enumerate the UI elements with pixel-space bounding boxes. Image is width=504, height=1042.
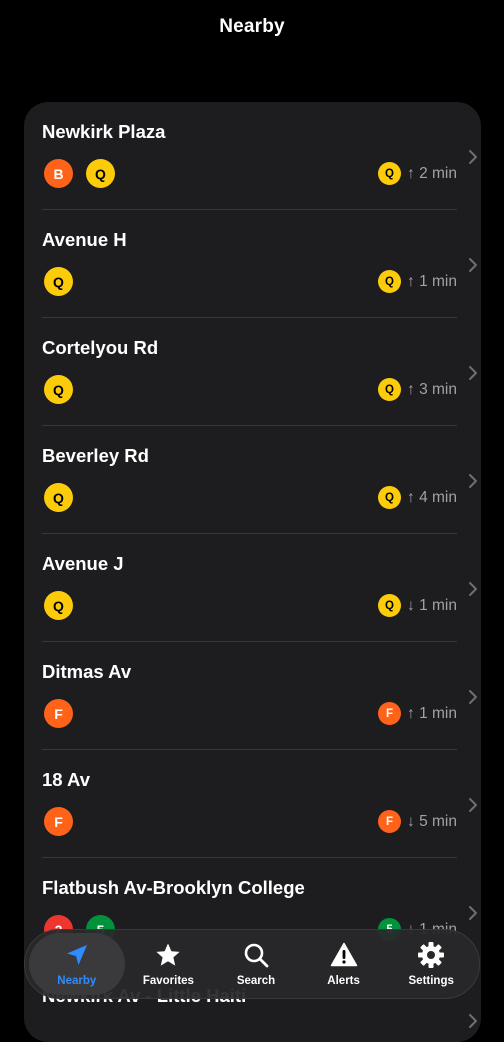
arrival-time: ↓ 5 min [407, 812, 457, 830]
route-bullet: B [44, 159, 73, 188]
chevron-right-icon [469, 474, 477, 488]
tab-label: Search [236, 975, 276, 987]
route-bullet: F [44, 807, 73, 836]
arrival-time: ↓ 1 min [407, 596, 457, 614]
chevron-right-icon [469, 906, 477, 920]
station-row[interactable]: Avenue H Q Q ↑ 1 min [42, 210, 477, 318]
route-bullet: Q [44, 375, 73, 404]
next-arrival: Q ↓ 1 min [378, 594, 457, 617]
tab-label: Favorites [142, 975, 194, 987]
route-bullets: Q [44, 483, 73, 512]
location-arrow-icon [63, 941, 91, 969]
tab-bar: Nearby Favorites Search Alerts Settings [24, 929, 480, 999]
station-row[interactable]: Cortelyou Rd Q Q ↑ 3 min [42, 318, 477, 426]
next-arrival: Q ↑ 1 min [378, 270, 457, 293]
tab-settings[interactable]: Settings [387, 933, 475, 995]
arrival-route-bullet: Q [378, 378, 402, 401]
route-bullet: Q [86, 159, 115, 188]
station-row[interactable]: Avenue J Q Q ↓ 1 min [42, 534, 477, 642]
route-bullets: Q [44, 375, 73, 404]
chevron-right-icon [469, 1014, 477, 1028]
next-arrival: F ↓ 5 min [378, 810, 457, 833]
station-name: Beverley Rd [42, 445, 149, 466]
arrival-time: ↑ 1 min [407, 272, 457, 290]
star-icon [154, 941, 182, 969]
tab-label: Settings [408, 975, 454, 987]
route-bullet: Q [44, 483, 73, 512]
route-bullet: Q [44, 591, 73, 620]
search-icon [242, 941, 270, 969]
nearby-stations-card: Newkirk Plaza B Q Q ↑ 2 min Avenue H Q Q ↑ 1 min… [24, 102, 481, 1042]
arrival-time: ↑ 4 min [407, 488, 457, 506]
station-name: Flatbush Av-Brooklyn College [42, 877, 305, 898]
station-row[interactable]: Beverley Rd Q Q ↑ 4 min [42, 426, 477, 534]
next-arrival: F ↑ 1 min [378, 702, 457, 725]
next-arrival: Q ↑ 3 min [378, 378, 457, 401]
tab-label: Alerts [327, 975, 360, 987]
next-arrival: Q ↑ 2 min [378, 162, 457, 185]
arrival-route-bullet: F [378, 702, 402, 725]
station-list: Newkirk Plaza B Q Q ↑ 2 min Avenue H Q Q ↑ 1 min… [24, 102, 481, 1042]
station-name: Avenue H [42, 229, 127, 250]
arrival-route-bullet: Q [378, 162, 402, 185]
route-bullets: Q [44, 591, 73, 620]
route-bullets: Q [44, 267, 73, 296]
tab-favorites[interactable]: Favorites [125, 933, 213, 995]
gear-icon [417, 941, 445, 969]
tab-nearby[interactable]: Nearby [29, 933, 125, 995]
page-title: Nearby [219, 16, 285, 37]
header: Nearby [0, 0, 504, 54]
station-row[interactable]: Ditmas Av F F ↑ 1 min [42, 642, 477, 750]
tab-search[interactable]: Search [212, 933, 300, 995]
route-bullet: F [44, 699, 73, 728]
chevron-right-icon [469, 150, 477, 164]
tab-label: Nearby [57, 975, 97, 987]
arrival-route-bullet: F [378, 810, 402, 833]
chevron-right-icon [469, 798, 477, 812]
station-name: Newkirk Plaza [42, 121, 166, 142]
chevron-right-icon [469, 690, 477, 704]
station-row[interactable]: 18 Av F F ↓ 5 min [42, 750, 477, 858]
arrival-route-bullet: Q [378, 486, 402, 509]
route-bullet: Q [44, 267, 73, 296]
arrival-route-bullet: Q [378, 270, 402, 293]
route-bullets: F [44, 699, 73, 728]
route-bullets: BQ [44, 159, 115, 188]
station-name: Ditmas Av [42, 661, 132, 682]
chevron-right-icon [469, 258, 477, 272]
station-name: Avenue J [42, 553, 124, 574]
alert-triangle-icon [330, 941, 358, 969]
arrival-route-bullet: Q [378, 594, 402, 617]
tab-alerts[interactable]: Alerts [300, 933, 388, 995]
next-arrival: Q ↑ 4 min [378, 486, 457, 509]
chevron-right-icon [469, 582, 477, 596]
arrival-time: ↑ 2 min [407, 164, 457, 182]
station-row[interactable]: Newkirk Plaza B Q Q ↑ 2 min [42, 102, 477, 210]
arrival-time: ↑ 1 min [407, 704, 457, 722]
route-bullets: F [44, 807, 73, 836]
chevron-right-icon [469, 366, 477, 380]
station-name: Cortelyou Rd [42, 337, 159, 358]
station-name: 18 Av [42, 769, 90, 790]
arrival-time: ↑ 3 min [407, 380, 457, 398]
